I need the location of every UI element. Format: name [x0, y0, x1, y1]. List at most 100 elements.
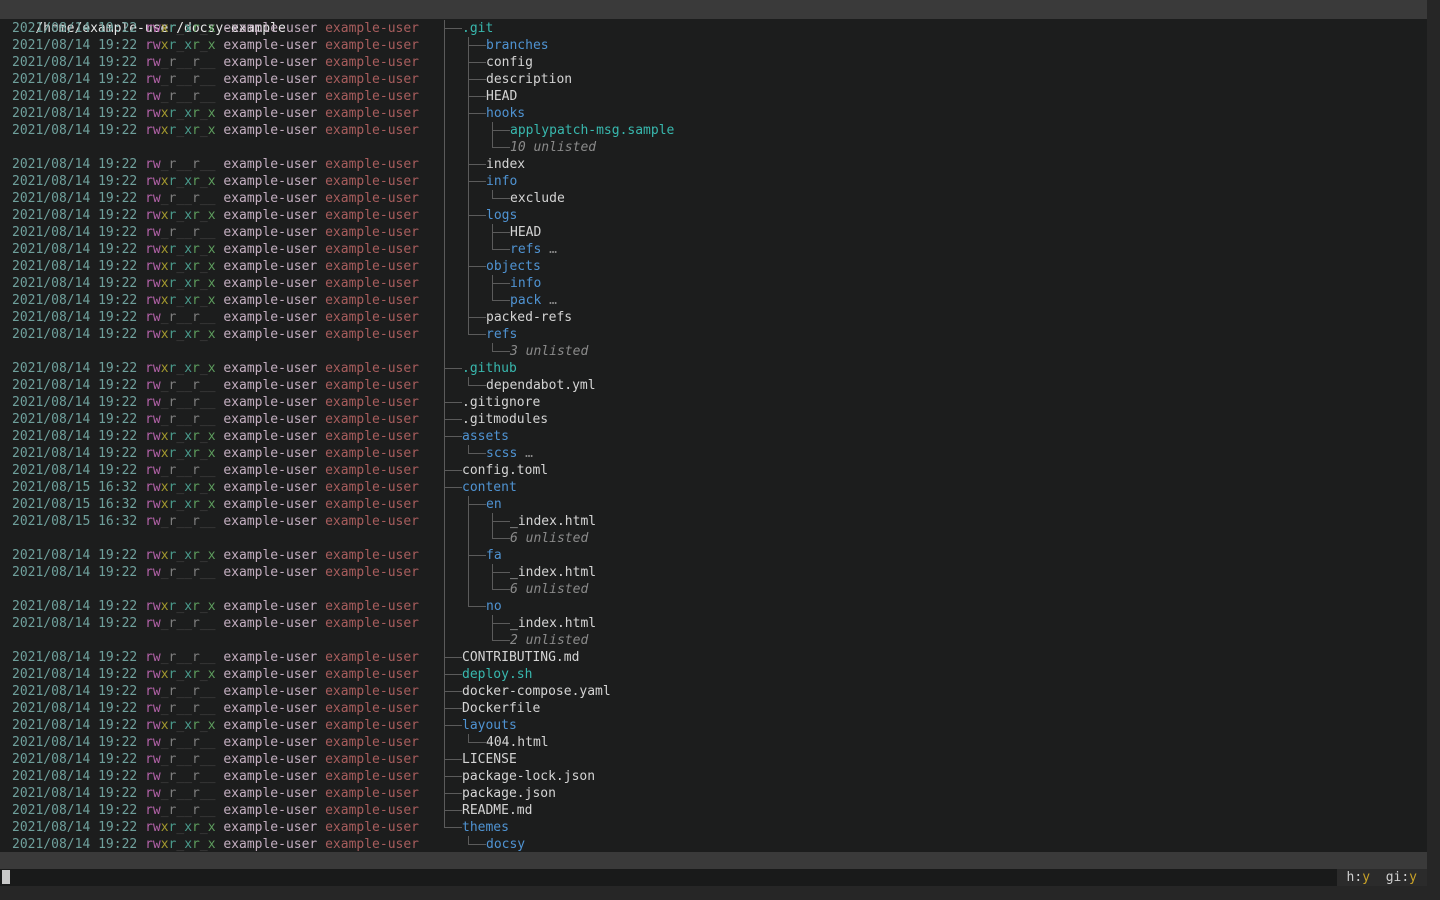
file-name[interactable]: applypatch-msg.sample — [510, 122, 674, 139]
file-name[interactable]: docsy — [486, 836, 525, 853]
file-row[interactable]: 2021/08/14 19:22 rwxr_xr_x example-user … — [0, 547, 1427, 564]
file-row[interactable]: 2021/08/14 19:22 rwxr_xr_x example-user … — [0, 241, 1427, 258]
file-row[interactable]: 2021/08/14 19:22 rwxr_xr_x example-user … — [0, 258, 1427, 275]
unlisted-count[interactable]: 6 unlisted — [510, 530, 588, 547]
file-row[interactable]: 2021/08/14 19:22 rw_r__r__ example-user … — [0, 462, 1427, 479]
file-row[interactable]: 2021/08/14 19:22 rwxr_xr_x example-user … — [0, 173, 1427, 190]
file-name[interactable]: Dockerfile — [462, 700, 540, 717]
file-row[interactable]: 2021/08/14 19:22 rwxr_xr_x example-user … — [0, 717, 1427, 734]
file-row[interactable]: 2021/08/14 19:22 rw_r__r__ example-user … — [0, 224, 1427, 241]
file-name[interactable]: refs — [486, 326, 517, 343]
file-row[interactable]: 2021/08/14 19:22 rw_r__r__ example-user … — [0, 785, 1427, 802]
file-row[interactable]: 2021/08/14 19:22 rwxr_xr_x example-user … — [0, 292, 1427, 309]
unlisted-count[interactable]: 6 unlisted — [510, 581, 588, 598]
file-row[interactable]: 2021/08/14 19:22 rwxr_xr_x example-user … — [0, 122, 1427, 139]
file-row[interactable]: 2021/08/14 19:22 rwxr_xr_x example-user … — [0, 666, 1427, 683]
file-name[interactable]: HEAD — [486, 88, 517, 105]
file-name[interactable]: 404.html — [486, 734, 549, 751]
file-row[interactable]: 2021/08/14 19:22 rw_r__r__ example-user … — [0, 411, 1427, 428]
file-name[interactable]: exclude — [510, 190, 565, 207]
file-row[interactable]: 2021/08/14 19:22 rw_r__r__ example-user … — [0, 309, 1427, 326]
file-row[interactable]: 2021/08/14 19:22 rw_r__r__ example-user … — [0, 802, 1427, 819]
file-row[interactable]: 2021/08/14 19:22 rwxr_xr_x example-user … — [0, 445, 1427, 462]
file-name[interactable]: .git — [462, 20, 493, 37]
file-name[interactable]: _index.html — [510, 615, 596, 632]
file-name[interactable]: logs — [486, 207, 517, 224]
file-row[interactable]: 2021/08/14 19:22 rw_r__r__ example-user … — [0, 394, 1427, 411]
file-row[interactable]: 2021/08/14 19:22 rw_r__r__ example-user … — [0, 649, 1427, 666]
file-name[interactable]: CONTRIBUTING.md — [462, 649, 579, 666]
file-name[interactable]: themes — [462, 819, 509, 836]
file-name[interactable]: deploy.sh — [462, 666, 532, 683]
unlisted-count[interactable]: 3 unlisted — [510, 343, 588, 360]
file-row[interactable]: 2021/08/14 19:22 rw_r__r__ example-user … — [0, 564, 1427, 581]
file-name[interactable]: .gitignore — [462, 394, 540, 411]
file-row[interactable]: 2021/08/14 19:22 rw_r__r__ example-user … — [0, 88, 1427, 105]
file-name[interactable]: dependabot.yml — [486, 377, 596, 394]
file-name[interactable]: branches — [486, 37, 549, 54]
file-row[interactable]: 2021/08/14 19:22 rw_r__r__ example-user … — [0, 768, 1427, 785]
file-name[interactable]: packed-refs — [486, 309, 572, 326]
file-row[interactable]: 6 unlisted — [0, 530, 1427, 547]
file-row[interactable]: 6 unlisted — [0, 581, 1427, 598]
file-row[interactable]: 2021/08/14 19:22 rw_r__r__ example-user … — [0, 190, 1427, 207]
file-row[interactable]: 2021/08/14 19:22 rw_r__r__ example-user … — [0, 156, 1427, 173]
file-name[interactable]: info — [510, 275, 541, 292]
search-input-line[interactable]: h:y gi:y — [0, 869, 1427, 886]
file-name[interactable]: no — [486, 598, 502, 615]
file-row[interactable]: 2021/08/14 19:22 rwxr_xr_x example-user … — [0, 428, 1427, 445]
file-row[interactable]: 10 unlisted — [0, 139, 1427, 156]
file-row[interactable]: 2021/08/14 19:22 rwxr_xr_x example-user … — [0, 37, 1427, 54]
file-row[interactable]: 2021/08/14 19:22 rw_r__r__ example-user … — [0, 615, 1427, 632]
unlisted-count[interactable]: 10 unlisted — [510, 139, 596, 156]
file-row[interactable]: 2021/08/14 19:22 rw_r__r__ example-user … — [0, 683, 1427, 700]
file-name[interactable]: scss … — [486, 445, 533, 462]
file-row[interactable]: 3 unlisted — [0, 343, 1427, 360]
file-row[interactable]: 2021/08/14 19:22 rw_r__r__ example-user … — [0, 377, 1427, 394]
file-name[interactable]: hooks — [486, 105, 525, 122]
file-row[interactable]: 2021/08/14 19:22 rw_r__r__ example-user … — [0, 734, 1427, 751]
file-row[interactable]: 2021/08/14 19:22 rwxr_xr_x example-user … — [0, 105, 1427, 122]
file-name[interactable]: description — [486, 71, 572, 88]
file-name[interactable]: info — [486, 173, 517, 190]
file-row[interactable]: 2021/08/15 16:32 rw_r__r__ example-user … — [0, 513, 1427, 530]
file-row[interactable]: 2021/08/15 16:32 rwxr_xr_x example-user … — [0, 479, 1427, 496]
file-name[interactable]: _index.html — [510, 513, 596, 530]
file-row[interactable]: 2021/08/14 19:22 rwxr_xr_x example-user … — [0, 207, 1427, 224]
file-name[interactable]: .gitmodules — [462, 411, 548, 428]
file-name[interactable]: refs … — [510, 241, 557, 258]
file-name[interactable]: layouts — [462, 717, 517, 734]
file-name[interactable]: .github — [462, 360, 517, 377]
file-row[interactable]: 2021/08/14 19:22 rwxr_xr_x example-user … — [0, 819, 1427, 836]
file-name[interactable]: docker-compose.yaml — [462, 683, 611, 700]
file-row[interactable]: 2021/08/14 19:22 rwxr_xr_x example-user … — [0, 598, 1427, 615]
file-name[interactable]: content — [462, 479, 517, 496]
file-name[interactable]: README.md — [462, 802, 532, 819]
file-name[interactable]: config.toml — [462, 462, 548, 479]
meta-owner: example-user — [216, 820, 326, 835]
file-row[interactable]: 2021/08/14 19:22 rwxr_xr_x example-user … — [0, 836, 1427, 853]
file-name[interactable]: config — [486, 54, 533, 71]
file-row[interactable]: 2021/08/15 16:32 rwxr_xr_x example-user … — [0, 496, 1427, 513]
file-name[interactable]: _index.html — [510, 564, 596, 581]
file-name[interactable]: pack … — [510, 292, 557, 309]
file-name[interactable]: index — [486, 156, 525, 173]
unlisted-count[interactable]: 2 unlisted — [510, 632, 588, 649]
file-row[interactable]: 2021/08/14 19:22 rw_r__r__ example-user … — [0, 751, 1427, 768]
file-name[interactable]: objects — [486, 258, 541, 275]
file-name[interactable]: assets — [462, 428, 509, 445]
file-name[interactable]: package.json — [462, 785, 556, 802]
file-row[interactable]: 2021/08/14 19:22 rw_r__r__ example-user … — [0, 700, 1427, 717]
file-row[interactable]: 2021/08/14 19:22 rwxr_xr_x example-user … — [0, 20, 1427, 37]
file-row[interactable]: 2 unlisted — [0, 632, 1427, 649]
file-name[interactable]: fa — [486, 547, 502, 564]
file-row[interactable]: 2021/08/14 19:22 rwxr_xr_x example-user … — [0, 275, 1427, 292]
file-row[interactable]: 2021/08/14 19:22 rw_r__r__ example-user … — [0, 71, 1427, 88]
file-row[interactable]: 2021/08/14 19:22 rwxr_xr_x example-user … — [0, 326, 1427, 343]
file-name[interactable]: HEAD — [510, 224, 541, 241]
file-row[interactable]: 2021/08/14 19:22 rw_r__r__ example-user … — [0, 54, 1427, 71]
file-name[interactable]: package-lock.json — [462, 768, 595, 785]
file-name[interactable]: en — [486, 496, 502, 513]
file-name[interactable]: LICENSE — [462, 751, 517, 768]
file-row[interactable]: 2021/08/14 19:22 rwxr_xr_x example-user … — [0, 360, 1427, 377]
